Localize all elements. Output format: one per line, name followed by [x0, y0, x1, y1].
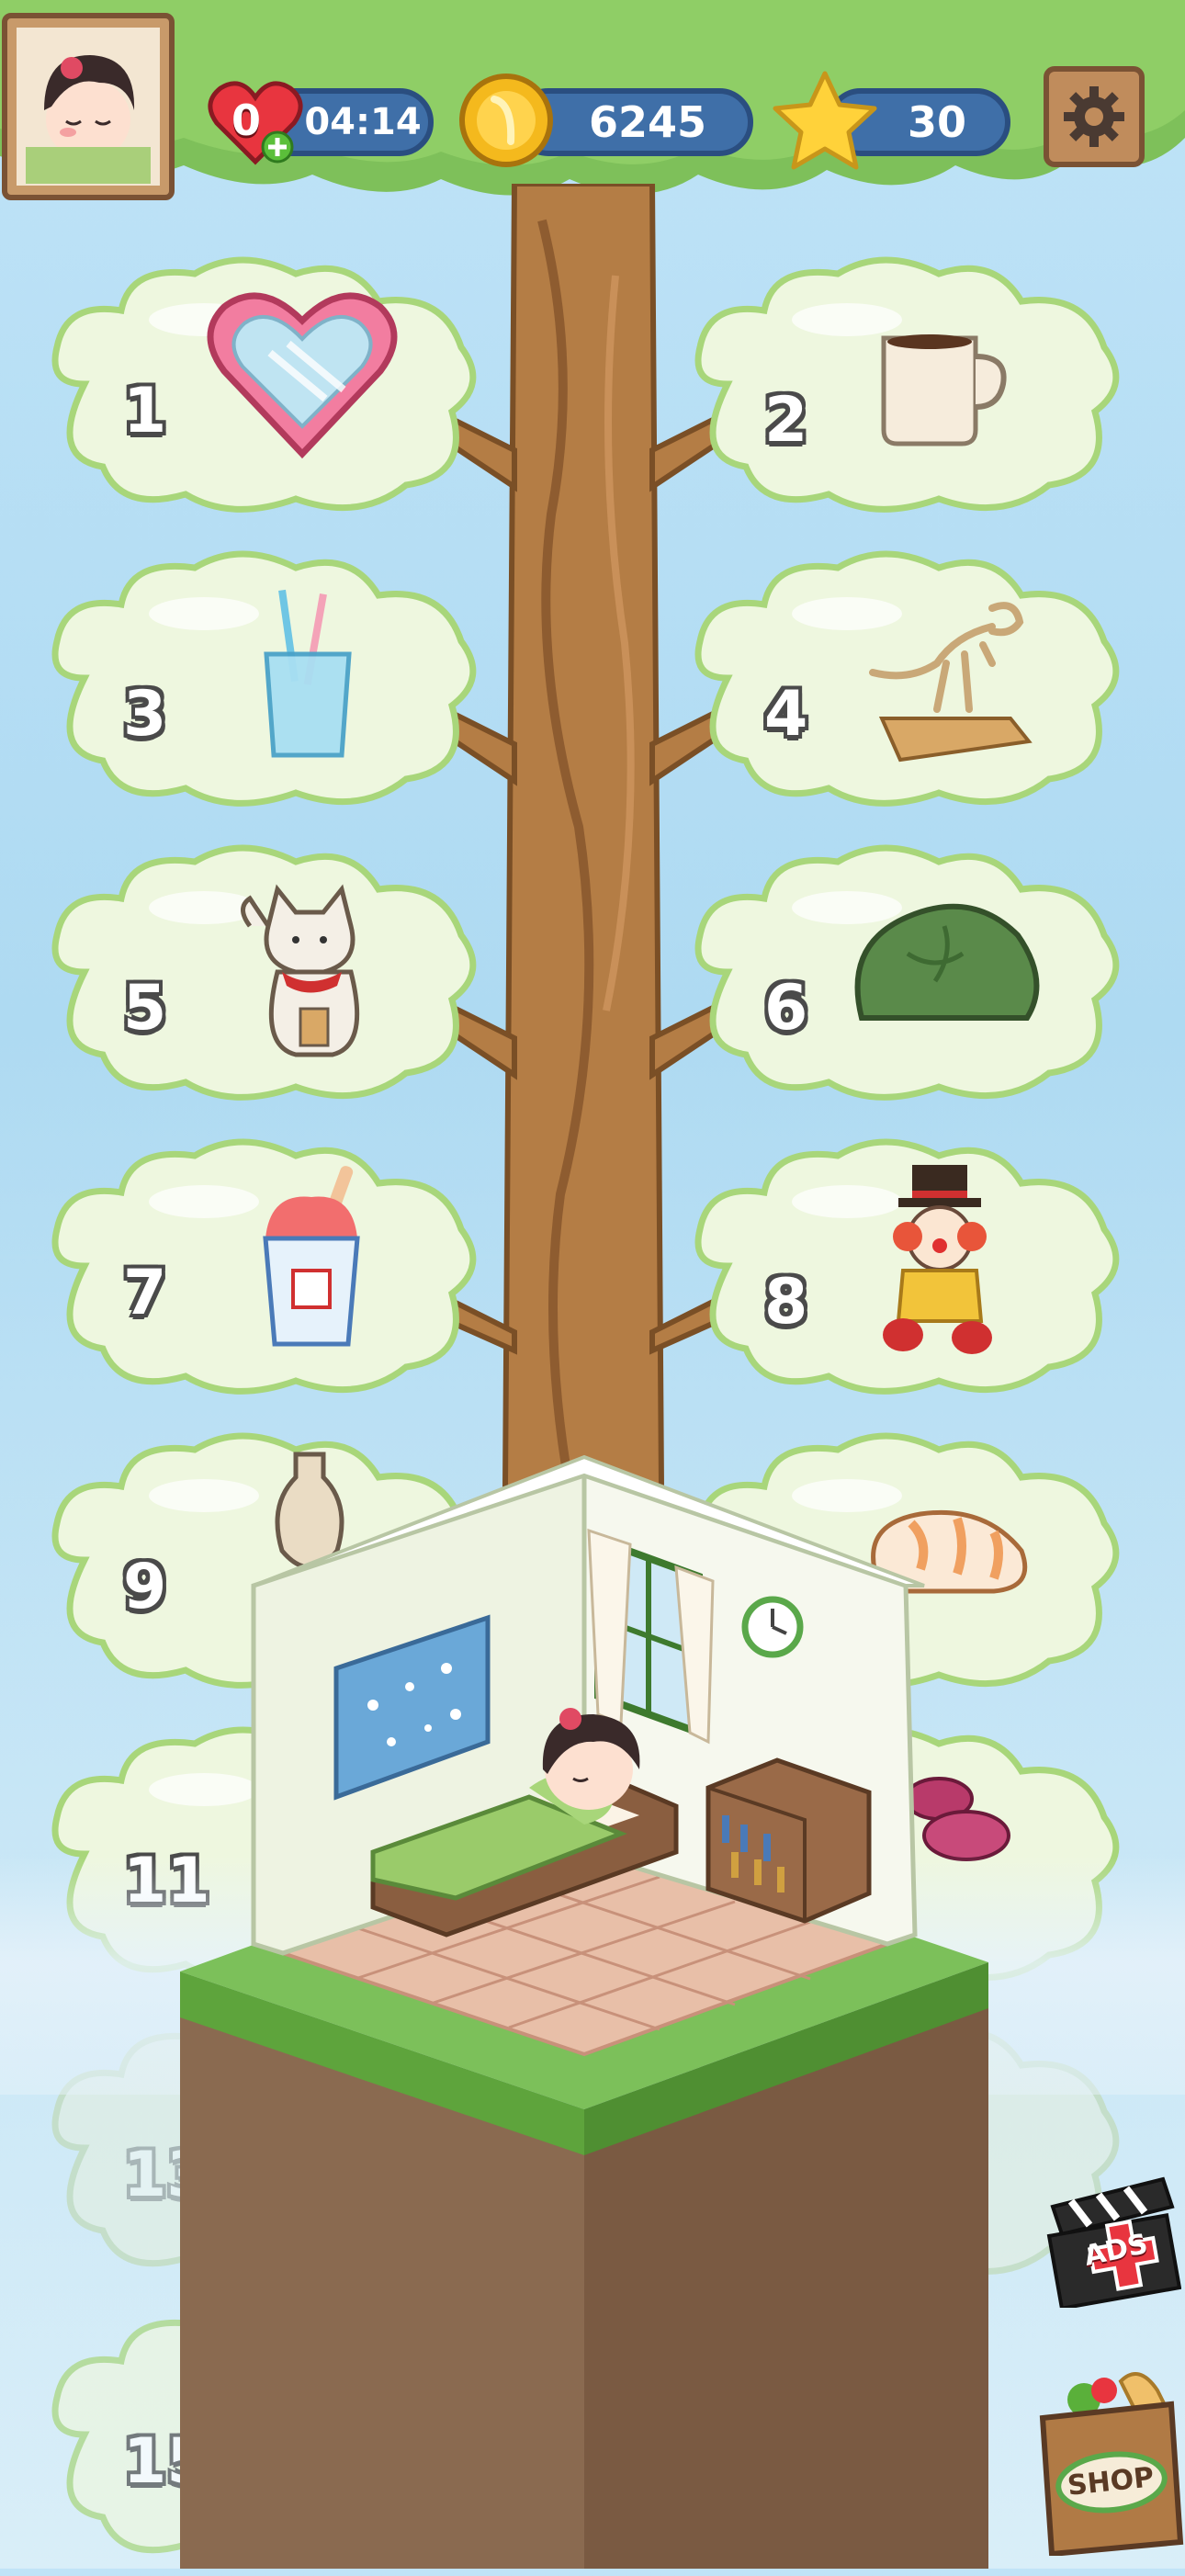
level-3-cloud[interactable]: 3	[48, 540, 489, 816]
settings-button[interactable]	[1044, 66, 1145, 167]
lives-count: 0	[231, 96, 262, 145]
avatar-frame[interactable]	[2, 13, 175, 200]
level-number: 4	[764, 678, 808, 751]
level-number: 6	[764, 972, 808, 1045]
clown-doll-icon	[883, 1165, 992, 1354]
level-number: 7	[123, 1257, 167, 1329]
gear-icon	[1064, 86, 1124, 147]
level-8-cloud[interactable]: 8	[691, 1128, 1132, 1404]
level-number: 3	[123, 678, 167, 751]
ads-button[interactable]: ADS	[1044, 2170, 1182, 2310]
level-5-cloud[interactable]: 5	[48, 834, 489, 1110]
lives-timer: 04:14	[304, 101, 422, 143]
toothbrush-cup-icon	[264, 589, 352, 758]
avatar	[17, 28, 160, 186]
level-number: 9	[123, 1551, 167, 1623]
heart-mirror-icon	[207, 292, 398, 459]
level-4-cloud[interactable]: 4	[691, 540, 1132, 816]
lucky-cat-icon	[241, 884, 360, 1057]
stars-count: 30	[907, 97, 966, 147]
coin-icon	[459, 73, 553, 167]
star-icon	[773, 71, 877, 170]
level-2-cloud[interactable]: 2	[691, 246, 1132, 522]
dinosaur-skeleton-icon	[869, 602, 1033, 763]
shopping-bag-icon	[1039, 2372, 1184, 2558]
coins-count: 6245	[588, 97, 707, 147]
level-7-cloud[interactable]: 7	[48, 1128, 489, 1404]
coffee-mug-icon	[881, 334, 1007, 446]
level-number: 2	[764, 384, 808, 457]
level-number: 5	[123, 972, 167, 1045]
bedroom-diorama[interactable]	[180, 1420, 988, 2569]
level-number: 8	[764, 1266, 808, 1339]
level-6-cloud[interactable]: 6	[691, 834, 1132, 1110]
shop-button[interactable]: SHOP	[1029, 2363, 1185, 2558]
shaved-ice-icon	[263, 1166, 360, 1347]
beanbag-icon	[854, 903, 1040, 1021]
level-number: 1	[123, 375, 167, 447]
level-1-cloud[interactable]: 1	[48, 246, 489, 522]
